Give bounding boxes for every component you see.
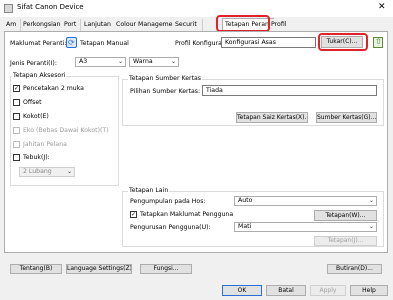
chevron-down-icon: ⌄ [368,223,374,230]
export-icon[interactable]: ⇧ [373,37,383,48]
hold-select[interactable]: Auto ⌄ [234,196,377,206]
user-management-value: Mati [238,223,252,230]
other-settings-title: Tetapan Lain [128,187,170,194]
cancel-button[interactable]: Batal [266,285,306,296]
duplex-checkbox[interactable]: ✓ [13,85,20,92]
offset-checkbox[interactable] [13,99,20,106]
output-size-select[interactable]: A3 ⌄ [75,57,126,67]
tab-general[interactable]: Am [4,19,21,31]
paper-source-label: Pilihan Sumber Kertas: [130,88,201,95]
punch-checkbox[interactable] [13,154,20,161]
printer-icon [4,4,13,13]
functions-button[interactable]: Fungsi... [140,264,192,274]
apply-button[interactable]: Apply [310,285,346,296]
refresh-icon[interactable]: ⟳ [66,37,77,48]
chevron-down-icon: ⌄ [66,168,72,175]
help-button[interactable]: Help [350,285,388,296]
hold-value: Auto [238,197,253,204]
language-settings-button[interactable]: Language Settings(Z)... [66,264,132,274]
duplex-label: Pencetakan 2 muka [23,85,84,92]
user-info-checkbox[interactable]: ✓ [130,211,137,218]
output-size-label: Jenis Peranti(I): [10,60,57,67]
user-info-label: Tetapkan Maklumat Pengguna [140,211,234,218]
paper-source-button[interactable]: Sumber Kertas(G)... [316,112,377,123]
user-management-settings-button[interactable]: Tetapan(J)... [314,236,377,246]
profile-field[interactable]: Konfigurasi Asas [221,37,316,48]
tab-highlight [216,15,270,32]
output-size-value: A3 [79,58,88,65]
chevron-down-icon: ⌄ [117,58,123,65]
color-mode-value: Warna [133,58,153,65]
change-button-highlight [318,33,368,51]
staple-free-checkbox[interactable] [13,127,20,134]
tab-sharing[interactable]: Perkongsian [21,19,63,31]
paper-source-title: Tetapan Sumber Kertas [128,75,203,82]
staple-label: Kokot(E) [23,113,49,120]
tab-profile[interactable]: Profil [269,19,291,31]
tab-colour-management[interactable]: Colour Management [114,19,179,31]
ok-button[interactable]: OK [222,285,262,296]
saddle-stitch-label: Jahitan Pelana [23,141,67,148]
chevron-down-icon: ⌄ [368,197,374,204]
saddle-stitch-checkbox[interactable] [13,141,20,148]
color-mode-select[interactable]: Warna ⌄ [129,57,179,67]
paper-size-settings-button[interactable]: Tetapan Saiz Kertas(X)... [236,112,308,123]
staple-free-label: Eko (Bebas Dawai Kokot)(T) [23,127,109,134]
punch-select[interactable]: 2 Lubang ⌄ [19,167,75,177]
tab-security[interactable]: Securit [173,19,203,31]
offset-label: Offset [23,99,42,106]
device-info-label: Maklumat Peranti: [10,40,67,47]
punch-value: 2 Lubang [23,168,52,175]
chevron-down-icon: ⌄ [170,58,176,65]
tab-port[interactable]: Port [62,19,81,31]
user-management-label: Pengurusan Pengguna(U): [130,224,211,231]
details-button[interactable]: Butiran(D)... [327,264,382,274]
close-icon[interactable]: ✕ [378,2,386,12]
paper-source-field[interactable]: Tiada [202,85,377,96]
staple-checkbox[interactable] [13,113,20,120]
about-button[interactable]: Tentang(B) [10,264,62,274]
tab-advanced[interactable]: Lanjutan [82,19,115,31]
device-info-value: Tetapan Manual [80,40,129,47]
user-info-settings-button[interactable]: Tetapan(W)... [314,210,377,221]
user-management-select[interactable]: Mati ⌄ [234,222,377,232]
hold-label: Pengumpulan pada Hos: [130,198,206,205]
title-bar: Sifat Canon Device ✕ [0,0,393,17]
accessories-title: Tetapan Aksesori [12,72,67,79]
punch-label: Tebuk(J): [23,154,50,161]
window-title: Sifat Canon Device [17,3,84,11]
